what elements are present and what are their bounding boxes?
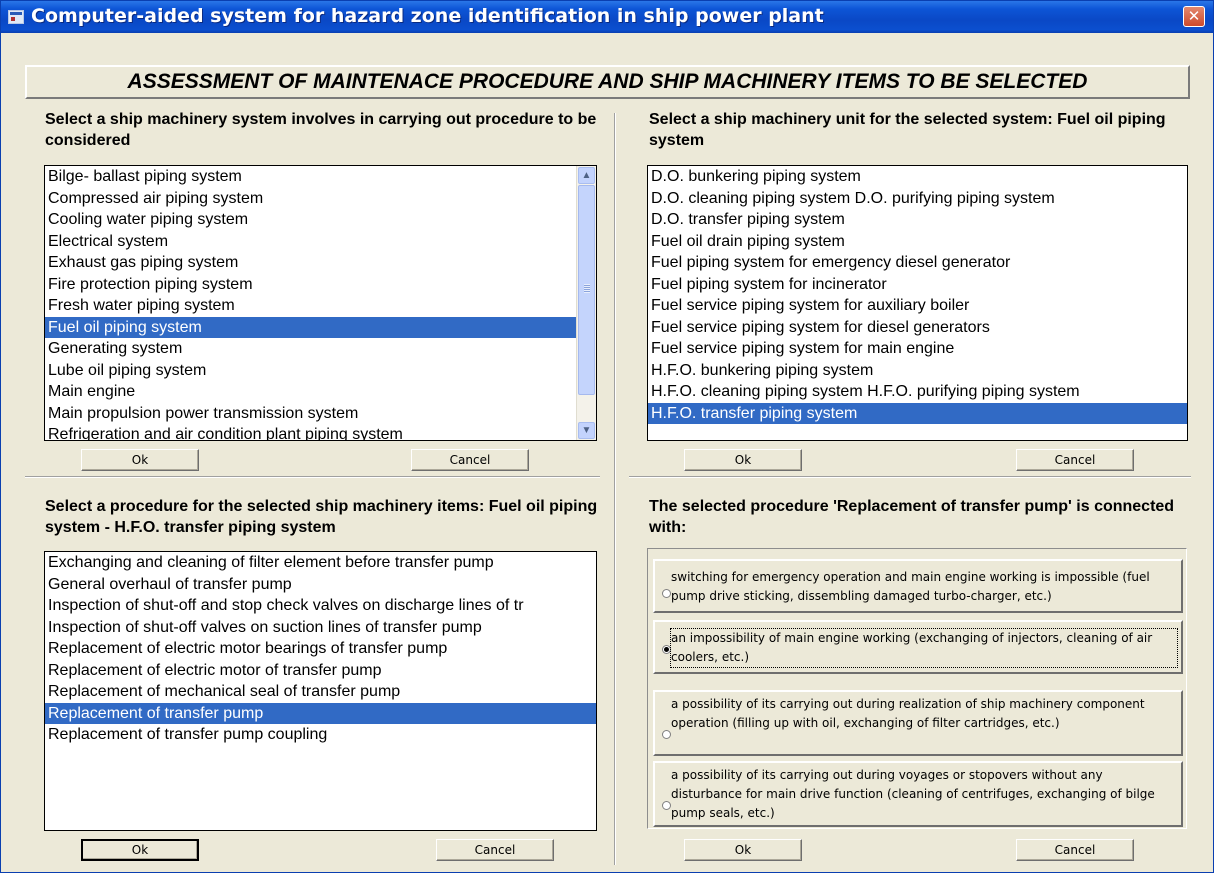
procedure-panel-heading: Select a procedure for the selected ship… bbox=[45, 498, 598, 536]
list-item[interactable]: Replacement of electric motor of transfe… bbox=[45, 660, 596, 682]
list-item[interactable]: Fuel service piping system for auxiliary… bbox=[648, 295, 1187, 317]
list-item[interactable]: Exhaust gas piping system bbox=[45, 252, 596, 274]
list-item[interactable]: H.F.O. cleaning piping system H.F.O. pur… bbox=[648, 381, 1187, 403]
vertical-divider bbox=[614, 113, 616, 865]
procedure-listbox[interactable]: Exchanging and cleaning of filter elemen… bbox=[44, 551, 597, 831]
list-item[interactable]: Refrigeration and air condition plant pi… bbox=[45, 424, 596, 440]
list-item[interactable]: Fuel service piping system for diesel ge… bbox=[648, 317, 1187, 339]
system-list-items: Bilge- ballast piping system Compressed a… bbox=[45, 166, 596, 440]
procedure-cancel-button[interactable]: Cancel bbox=[436, 839, 554, 861]
list-item[interactable]: Fuel oil drain piping system bbox=[648, 231, 1187, 253]
list-item[interactable]: Replacement of transfer pump coupling bbox=[45, 724, 596, 746]
list-item[interactable]: Inspection of shut-off and stop check va… bbox=[45, 595, 596, 617]
system-listbox[interactable]: Bilge- ballast piping system Compressed a… bbox=[44, 165, 597, 441]
unit-ok-button[interactable]: Ok bbox=[684, 449, 802, 471]
app-window-icon[interactable] bbox=[8, 10, 24, 24]
option-2-text: an impossibility of main engine working … bbox=[670, 628, 1178, 668]
connection-option-3[interactable]: a possibility of its carrying out during… bbox=[653, 690, 1183, 756]
list-item[interactable]: Fuel piping system for emergency diesel … bbox=[648, 252, 1187, 274]
list-item[interactable]: Main engine bbox=[45, 381, 596, 403]
scroll-up-arrow-icon[interactable]: ▲ bbox=[578, 167, 595, 184]
scrollbar-thumb[interactable] bbox=[578, 185, 595, 395]
connection-option-2[interactable]: an impossibility of main engine working … bbox=[653, 620, 1183, 674]
option-3-radio[interactable] bbox=[662, 730, 671, 739]
list-item[interactable]: H.F.O. bunkering piping system bbox=[648, 360, 1187, 382]
list-item[interactable]: H.F.O. transfer piping system bbox=[648, 402, 1187, 424]
unit-listbox[interactable]: D.O. bunkering piping system D.O. cleanin… bbox=[647, 165, 1188, 441]
option-1-text: switching for emergency operation and ma… bbox=[671, 570, 1150, 603]
list-item[interactable]: Bilge- ballast piping system bbox=[45, 166, 596, 188]
close-button[interactable]: ✕ bbox=[1183, 6, 1205, 27]
list-item[interactable]: D.O. transfer piping system bbox=[648, 209, 1187, 231]
option-4-text: a possibility of its carrying out during… bbox=[671, 768, 1155, 820]
scroll-down-arrow-icon[interactable]: ▼ bbox=[578, 422, 595, 439]
procedure-list-items: Exchanging and cleaning of filter elemen… bbox=[45, 552, 596, 746]
option-3-text: a possibility of its carrying out during… bbox=[671, 697, 1145, 730]
list-item[interactable]: Main propulsion power transmission syste… bbox=[45, 403, 596, 425]
list-item[interactable]: Replacement of transfer pump bbox=[45, 702, 596, 724]
list-item[interactable]: Fire protection piping system bbox=[45, 274, 596, 296]
list-item[interactable]: Fuel oil piping system bbox=[45, 316, 596, 338]
procedure-ok-button[interactable]: Ok bbox=[81, 839, 199, 861]
connection-option-group: switching for emergency operation and ma… bbox=[647, 548, 1187, 829]
connection-cancel-button[interactable]: Cancel bbox=[1016, 839, 1134, 861]
system-list-scrollbar[interactable]: ▲ ▼ bbox=[576, 166, 596, 440]
connection-panel-heading: The selected procedure 'Replacement of t… bbox=[649, 498, 1175, 536]
option-2-radio[interactable] bbox=[662, 645, 671, 654]
list-item[interactable]: Fuel service piping system for main engi… bbox=[648, 338, 1187, 360]
window-title: Computer-aided system for hazard zone id… bbox=[31, 5, 824, 27]
list-item[interactable]: Compressed air piping system bbox=[45, 188, 596, 210]
page-banner: ASSESSMENT OF MAINTENACE PROCEDURE AND S… bbox=[25, 65, 1190, 99]
option-1-radio[interactable] bbox=[662, 589, 671, 598]
list-item[interactable]: D.O. cleaning piping system D.O. purifyi… bbox=[648, 188, 1187, 210]
list-item[interactable]: Lube oil piping system bbox=[45, 360, 596, 382]
system-ok-button[interactable]: Ok bbox=[81, 449, 199, 471]
right-horizontal-divider bbox=[629, 476, 1191, 478]
unit-cancel-button[interactable]: Cancel bbox=[1016, 449, 1134, 471]
option-4-radio[interactable] bbox=[662, 801, 671, 810]
scrollbar-grip-icon bbox=[584, 284, 590, 293]
list-item[interactable]: General overhaul of transfer pump bbox=[45, 574, 596, 596]
unit-panel-heading: Select a ship machinery unit for the sel… bbox=[649, 111, 1166, 149]
system-panel-heading: Select a ship machinery system involves … bbox=[45, 111, 597, 149]
list-item[interactable]: Fuel piping system for incinerator bbox=[648, 274, 1187, 296]
list-item[interactable]: Fresh water piping system bbox=[45, 295, 596, 317]
main-window: Computer-aided system for hazard zone id… bbox=[0, 0, 1214, 873]
connection-option-1[interactable]: switching for emergency operation and ma… bbox=[653, 559, 1183, 613]
list-item[interactable]: Replacement of mechanical seal of transf… bbox=[45, 681, 596, 703]
connection-option-4[interactable]: a possibility of its carrying out during… bbox=[653, 761, 1183, 827]
title-bar[interactable]: Computer-aided system for hazard zone id… bbox=[1, 1, 1213, 33]
system-cancel-button[interactable]: Cancel bbox=[411, 449, 529, 471]
list-item[interactable]: D.O. bunkering piping system bbox=[648, 166, 1187, 188]
left-horizontal-divider bbox=[25, 476, 600, 478]
list-item[interactable]: Electrical system bbox=[45, 231, 596, 253]
unit-list-items: D.O. bunkering piping system D.O. cleanin… bbox=[648, 166, 1187, 424]
list-item[interactable]: Inspection of shut-off valves on suction… bbox=[45, 617, 596, 639]
list-item[interactable]: Cooling water piping system bbox=[45, 209, 596, 231]
list-item[interactable]: Exchanging and cleaning of filter elemen… bbox=[45, 552, 596, 574]
list-item[interactable]: Generating system bbox=[45, 338, 596, 360]
connection-ok-button[interactable]: Ok bbox=[684, 839, 802, 861]
list-item[interactable]: Replacement of electric motor bearings o… bbox=[45, 638, 596, 660]
